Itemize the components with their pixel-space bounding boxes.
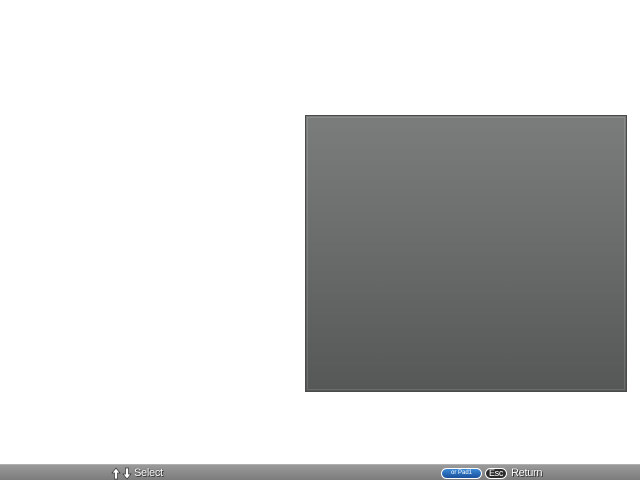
return-label: Return <box>511 467 543 479</box>
screen: Select or Pad1 Esc Return <box>0 0 640 480</box>
esc-key-icon: Esc <box>485 467 507 479</box>
footer-hint-bar: Select or Pad1 Esc Return <box>0 464 640 480</box>
select-hint: Select <box>111 466 163 480</box>
preview-panel-border <box>307 117 625 390</box>
arrow-up-icon <box>111 466 121 480</box>
keypad-key-icon: or Pad1 <box>441 467 482 479</box>
return-hint: or Pad1 Esc Return <box>441 466 543 480</box>
preview-panel <box>305 115 627 392</box>
select-label: Select <box>134 467 163 479</box>
arrow-down-icon <box>122 467 132 480</box>
